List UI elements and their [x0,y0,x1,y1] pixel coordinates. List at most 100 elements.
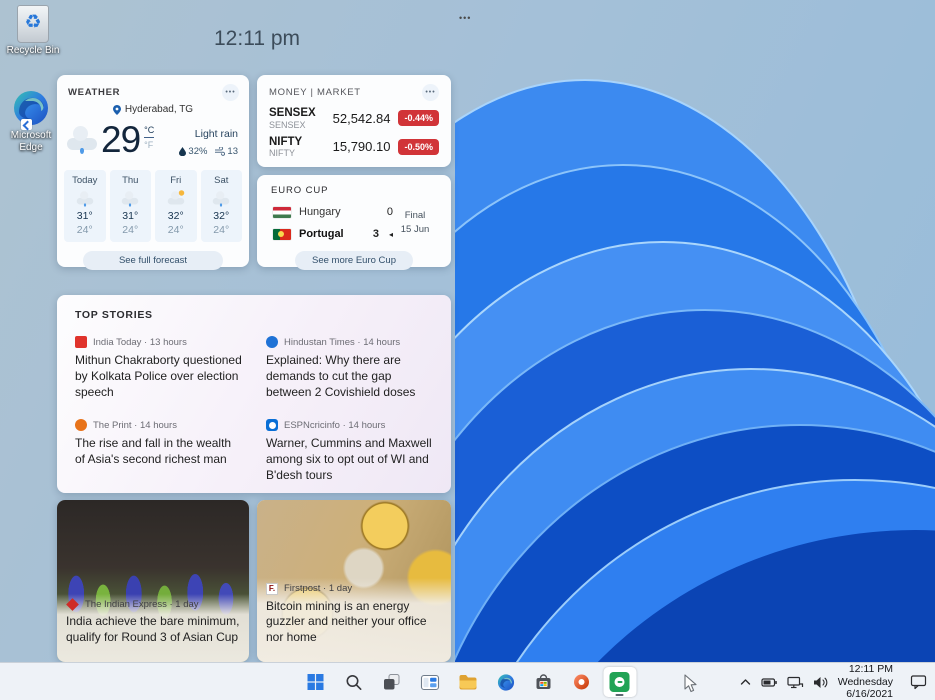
forecast-day-sat[interactable]: Sat 32° 24° [201,170,243,242]
panel-more-dots-icon[interactable]: ••• [459,13,471,23]
tray-date: 6/16/2021 [838,688,893,700]
story-meta: India Today · 13 hours [93,337,187,348]
weather-menu-dots-icon[interactable]: ••• [222,84,239,101]
news-card-meta: Firstpost · 1 day [284,583,352,594]
mouse-cursor [684,674,698,699]
forecast-day-today[interactable]: Today 31° 24° [64,170,106,242]
rain-cloud-icon [75,194,94,205]
recycle-bin-desktop-icon[interactable]: Recycle Bin [2,5,64,57]
portugal-flag-icon [273,229,291,240]
top-stories-title: TOP STORIES [75,309,433,321]
chevron-up-icon [739,676,752,688]
story-meta: Hindustan Times · 14 hours [284,337,400,348]
story-meta: The Print · 14 hours [93,420,177,431]
green-meeting-app-button[interactable] [603,667,636,697]
story-meta: ESPNcricinfo · 14 hours [284,420,385,431]
match-row-portugal[interactable]: Portugal 3 ◂ [273,223,393,245]
shortcut-arrow-icon [21,119,32,130]
precipitation-drop-icon [179,147,186,156]
wind-icon [215,147,225,156]
nifty-value: 15,790.10 [333,139,391,154]
edge-taskbar-button[interactable] [489,667,522,697]
hungary-flag-icon [273,207,291,218]
tray-day: Wednesday [838,676,893,688]
match-date: 15 Jun [393,223,437,237]
nifty-change-badge: -0.50% [398,139,439,155]
hindustan-times-logo-icon [266,336,278,348]
microsoft-store-button[interactable] [527,667,560,697]
wind-value: 13 [227,146,238,157]
weather-location[interactable]: Hyderabad, TG [125,104,193,115]
story-the-print[interactable]: The Print · 14 hours The rise and fall i… [75,419,242,483]
recycle-bin-label: Recycle Bin [2,45,64,57]
firstpost-logo-icon: F. [266,583,278,595]
volume-tray-button[interactable] [813,676,829,689]
file-explorer-icon [458,674,477,690]
tray-chevron-button[interactable] [739,676,752,688]
see-more-euro-cup-button[interactable]: See more Euro Cup [295,251,413,270]
forecast-day-thu[interactable]: Thu 31° 24° [110,170,152,242]
the-print-logo-icon [75,419,87,431]
forecast-day-fri[interactable]: Fri 32° 24° [155,170,197,242]
start-button[interactable] [299,667,332,697]
news-card-firstpost[interactable]: F. Firstpost · 1 day Bitcoin mining is a… [257,500,451,662]
volume-icon [813,676,829,689]
euro-cup-widget[interactable]: EURO CUP Hungary 0 Portugal 3 ◂ Final 15… [257,175,451,267]
partly-sunny-icon [166,194,185,205]
sensex-value: 52,542.84 [333,111,391,126]
match-status: Final [393,209,437,223]
story-hindustan-times[interactable]: Hindustan Times · 14 hours Explained: Wh… [266,336,433,400]
microsoft-store-icon [535,673,553,691]
fahrenheit-toggle[interactable]: °F [144,138,154,150]
celsius-toggle[interactable]: °C [144,125,154,138]
recycle-bin-icon [17,5,49,43]
story-headline: Mithun Chakraborty questioned by Kolkata… [75,353,242,400]
taskbar: 12:11 PM Wednesday 6/16/2021 [0,662,935,700]
weather-title: WEATHER [68,87,120,98]
green-meeting-app-icon [610,672,630,692]
money-market-widget[interactable]: MONEY | MARKET ••• SENSEX SENSEX 52,542.… [257,75,451,167]
see-full-forecast-button[interactable]: See full forecast [83,251,223,270]
start-icon [307,673,325,691]
news-card-headline: India achieve the bare minimum, qualify … [66,614,240,646]
notification-bubble-icon [910,674,927,690]
bloom-flower-graphic [455,0,935,662]
story-india-today[interactable]: India Today · 13 hours Mithun Chakrabort… [75,336,242,400]
widgets-panel-clock: 12:11 pm [214,27,300,51]
top-stories-widget[interactable]: TOP STORIES India Today · 13 hours Mithu… [57,295,451,493]
precipitation-value: 32% [188,146,207,157]
search-button[interactable] [337,667,370,697]
tray-clock[interactable]: 12:11 PM Wednesday 6/16/2021 [838,663,893,700]
widgets-icon [420,674,439,691]
portugal-score: 3 [373,228,379,240]
news-card-indian-express[interactable]: The Indian Express · 1 day India achieve… [57,500,249,662]
microsoft-edge-desktop-icon[interactable]: Microsoft Edge [0,88,62,153]
market-row-sensex[interactable]: SENSEX SENSEX 52,542.84 -0.44% [257,104,451,133]
location-pin-icon [113,105,121,115]
rain-cloud-icon [212,194,231,205]
market-menu-dots-icon[interactable]: ••• [422,84,439,101]
office-icon [573,673,591,691]
battery-icon [761,676,778,689]
battery-tray-button[interactable] [761,676,778,689]
story-headline: Warner, Cummins and Maxwell among six to… [266,436,433,483]
current-temperature: 29 [101,119,140,161]
weather-widget[interactable]: WEATHER ••• Hyderabad, TG 29 °C °F Light… [57,75,249,267]
edge-shortcut-label: Microsoft Edge [0,130,62,153]
market-title: MONEY | MARKET [269,87,361,98]
widgets-button[interactable] [413,667,446,697]
news-card-headline: Bitcoin mining is an energy guzzler and … [266,599,442,646]
india-today-logo-icon [75,336,87,348]
eurocup-title: EURO CUP [271,185,328,196]
running-app-indicator [616,694,624,696]
office-button[interactable] [565,667,598,697]
story-espncricinfo[interactable]: ESPNcricinfo · 14 hours Warner, Cummins … [266,419,433,483]
match-row-hungary[interactable]: Hungary 0 [273,201,393,223]
network-tray-button[interactable] [787,676,804,689]
tray-time: 12:11 PM [838,663,893,675]
notification-center-button[interactable] [910,674,927,690]
espncricinfo-logo-icon [266,419,278,431]
file-explorer-button[interactable] [451,667,484,697]
market-row-nifty[interactable]: NIFTY NIFTY 15,790.10 -0.50% [257,133,451,162]
task-view-button[interactable] [375,667,408,697]
